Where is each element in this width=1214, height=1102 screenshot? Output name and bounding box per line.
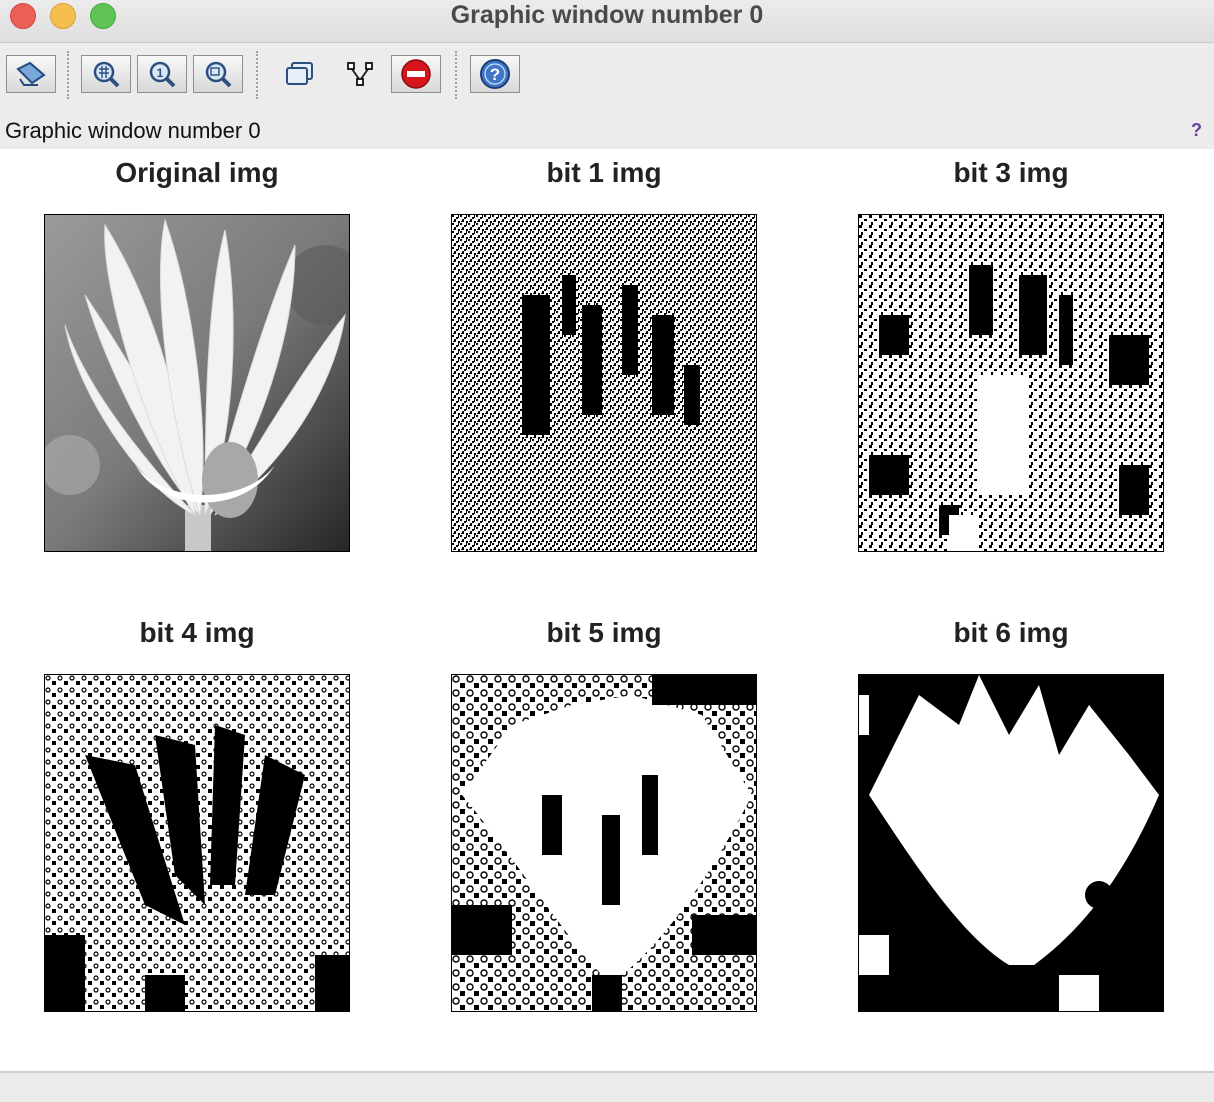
toolbar-separator	[256, 51, 258, 99]
toolbar: 1 ?	[0, 43, 1214, 111]
bitplane-3	[859, 215, 1163, 551]
bit-4-image	[44, 674, 350, 1012]
bitplane-5	[452, 675, 756, 1011]
bitplane-1	[452, 215, 756, 551]
zoom-button[interactable]	[81, 55, 131, 93]
bit-1-image	[451, 214, 757, 552]
help-icon: ?	[480, 59, 510, 89]
window-titlebar: Graphic window number 0	[0, 0, 1214, 43]
zoom-area-icon	[205, 61, 232, 88]
subplot-title: bit 3 img	[953, 157, 1069, 188]
zoom-reset-icon: 1	[149, 61, 176, 88]
toolbar-separator	[67, 51, 69, 99]
subplot-title: bit 1 img	[546, 157, 662, 188]
zoom-icon	[93, 61, 120, 88]
window-title: Graphic window number 0	[450, 1, 764, 29]
status-bar	[0, 1071, 1214, 1102]
zoom-reset-button[interactable]: 1	[137, 55, 187, 93]
info-help-icon[interactable]: ?	[1191, 120, 1202, 141]
subplot-title: bit 5 img	[546, 617, 662, 648]
svg-text:?: ?	[490, 65, 500, 84]
rotate-axes-button[interactable]	[6, 55, 56, 93]
bit-5-image	[451, 674, 757, 1012]
subplot-title: Original img	[115, 157, 279, 188]
bitplane-6	[859, 675, 1163, 1011]
bit-3-image	[858, 214, 1164, 552]
editor-icon	[347, 62, 373, 86]
svg-text:1: 1	[157, 66, 164, 80]
bit-6-image	[858, 674, 1164, 1012]
bitplane-4	[45, 675, 349, 1011]
rotate-axes-icon	[16, 61, 46, 86]
figure-canvas[interactable]: Original img bit 1 img bit 3 img bit 4 i…	[0, 149, 1214, 1071]
subplot-title: bit 6 img	[953, 617, 1069, 648]
stop-icon	[401, 59, 431, 89]
zoom-area-button[interactable]	[193, 55, 243, 93]
datatip-icon	[286, 62, 313, 85]
toolbar-separator	[455, 51, 457, 99]
editor-button[interactable]	[335, 55, 385, 93]
info-message: Graphic window number 0	[5, 118, 261, 143]
info-bar: Graphic window number 0 ?	[0, 111, 1214, 149]
datatip-button[interactable]	[275, 55, 325, 93]
original-image	[44, 214, 350, 552]
stop-button[interactable]	[391, 55, 441, 93]
flower-image	[45, 215, 349, 551]
help-button[interactable]: ?	[470, 55, 520, 93]
subplot-title: bit 4 img	[139, 617, 255, 648]
